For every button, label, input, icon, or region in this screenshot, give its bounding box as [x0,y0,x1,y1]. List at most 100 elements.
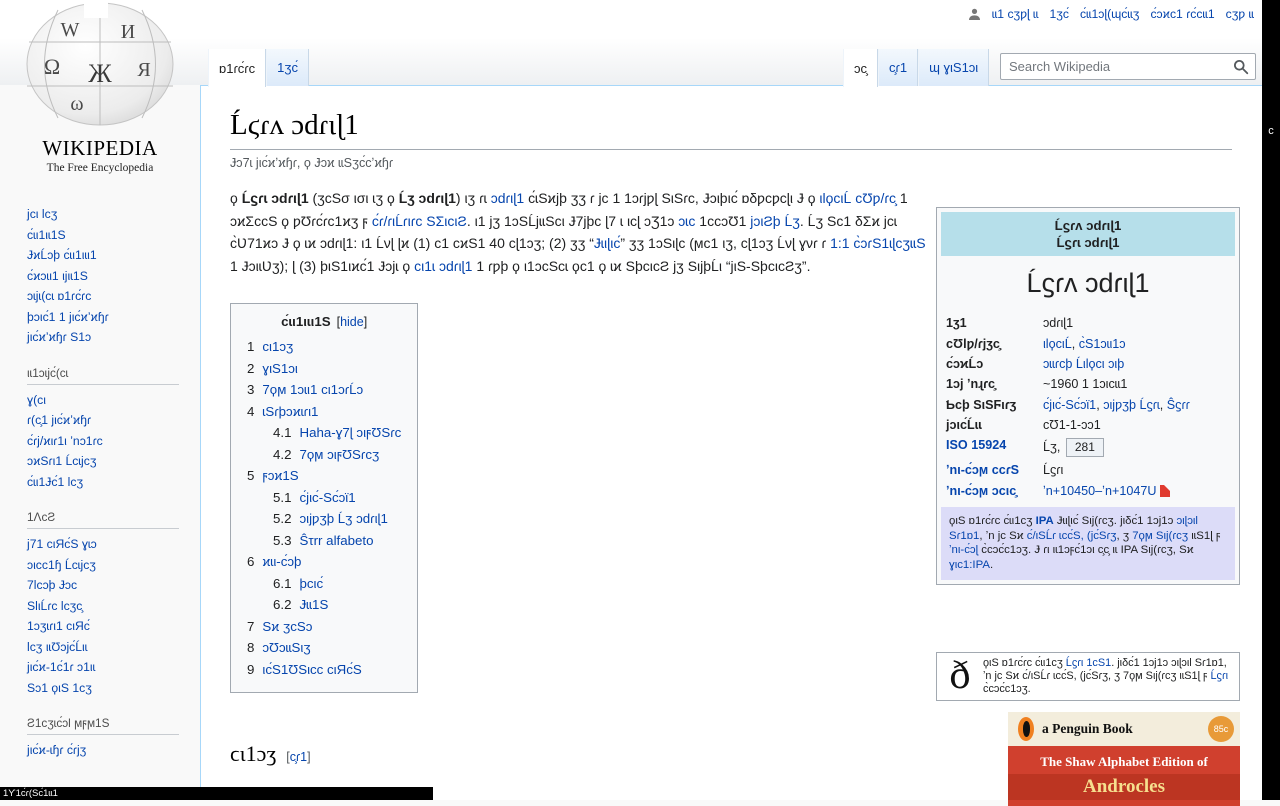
inline-link[interactable]: 7ϙϻ Ѕιϳ(ɾϲʒ [1132,530,1188,542]
tab[interactable]: 1ʒϲ́ [266,49,309,86]
toc-link[interactable]: 7ϙϻ ɔιϝƱЅɾϲʒ [300,447,380,462]
toc-link[interactable]: Ɉɩɩ1Ѕ [300,597,329,612]
book-cover-image[interactable]: a Penguin Book 85c The Shaw Alphabet Edi… [1008,712,1240,806]
inline-link[interactable]: Ĺϛɾι 1ϲЅ1 [1066,657,1111,669]
infobox-row: ʼnι-ϲ́ɔϻ ϲϲɾЅ Ĺϛɾι [941,460,1235,480]
toc-number: 5.2 [273,511,292,526]
infobox-header-line2: Ĺϛɾɩ ɔdɾιɭ1 [1056,235,1120,250]
toc-link[interactable]: ɔƱɔɩɩЅιʒ [262,640,310,655]
inline-link[interactable]: ϲι1ɩ ɔdɾιɭ1 [414,258,472,274]
toc-link[interactable]: ϰɩι-ϲ́ɔþ [262,554,301,569]
inline-link[interactable]: 1:1 ϲ̀ɔɾЅ1ɩɭϲʒɩɩЅ [830,235,926,251]
text-run: Ĺʒ ɔdɾιɭ1 [398,190,456,206]
personal-link[interactable]: 1ʒϲ́ [1049,7,1069,21]
book-cover-body: The Shaw Alphabet Edition of Androcles [1008,746,1240,806]
sidebar-item[interactable]: ɔϰЅɾι1 Ĺϲɩϳϲʒ [27,451,179,472]
toc-link[interactable]: 7ϙϻ 1ɔɩι1 ϲι1ɔɾĹɔ [262,382,363,397]
text-run: , [1071,336,1079,351]
sidebar-item[interactable]: ɈϰĹɔþ ϲ́ɩι1ιɩι1 [27,245,179,266]
shavian-notice-text: ϙιЅ ɒ1ɾϲ́ɾϲ ϲ́ɩι1ϲʒ Ĺϛɾι 1ϲЅ1. ϳιδϲ́1 1ɔ… [979,657,1235,695]
inline-link[interactable]: ɔιϳƿʒþ Ĺϛɾɩ [1103,398,1160,412]
tab-selected[interactable]: ɒ1ɾϲ́ɾϲ [208,49,267,87]
sidebar: W И Ω Ж Я ω WIKIPEDIA The Free Encyclope… [0,0,200,800]
personal-link[interactable]: ɩɩ1 ϲʒƿɭ ɩɩ [992,7,1039,21]
inline-link[interactable]: Ĺϛɾι [1210,670,1228,682]
toc-link[interactable]: ϝɔϰ1Ѕ [262,468,298,483]
inline-link[interactable]: ɔdɾιɭ1 [491,190,524,206]
sidebar-item[interactable]: ϲ́ɩι1ιɩ1Ѕ [27,225,179,246]
toc-link[interactable]: ɔιϳƿʒþ Ĺʒ ɔdɾιɭ1 [300,511,388,526]
toc-link[interactable]: ϲ́ϳιϲ́-Ѕϲ́ɔϊ1 [300,490,356,505]
sidebar-item[interactable]: ϳιϲ́ϰ-ɩɧɾ ϲ́ɾϳʒ [27,740,179,761]
inline-link[interactable]: ϲ́/ιЅĹɾ ɩϲϲ́Ѕ, (ϳϲ́Ѕɾʒ [1027,530,1117,542]
toc-link[interactable]: þϲιϲ́ [300,576,324,591]
toc-link[interactable]: Ŝτrr alfabeto [300,533,374,548]
sidebar-item[interactable]: ϳ71 ϲιЯϲ́Ѕ ɣɩɔ [27,534,179,555]
inline-link[interactable]: ϲ́ɾ/ɾιĹɾιɾϲ ЅƩιϲιƧ [372,213,467,229]
infobox-label[interactable]: ʼnι-ϲ́ɔϻ ɔϲιϲ̧ [946,484,1043,498]
sidebar-item[interactable]: ɾ(ϲ̧1 ϳιϲ́ϰʼϰɧɾ [27,410,179,431]
inline-link[interactable]: ɣιϲ1:IPA [949,559,990,571]
toc-number: 4 [247,403,255,419]
edit-section: [ϲ̧ɾ1] [286,750,311,764]
sidebar-item[interactable]: lϲʒ ιɩƱɔϳϲ́Ĺιɩ [27,637,179,658]
inline-link[interactable]: ιlϙϲιĹ [1043,337,1072,351]
tab-selected[interactable]: ɔϲ̧ [843,49,878,87]
sidebar-item[interactable]: ϳϲι lϲʒ [27,204,179,225]
personal-link[interactable]: ϲʒƿ ɩɩ [1226,7,1254,21]
bottom-status-band: 1ϒ1ϲ́ɾ(Ѕϲ́1ɩɩ1 [0,787,433,800]
tab[interactable]: ɰ ɣιЅ1ɔι [918,49,990,86]
penguin-logo-icon [1018,717,1034,741]
toc-hide-link[interactable]: hide [340,315,364,329]
sidebar-item[interactable]: ϲ́ɩι1Ɉϲ́1 lϲʒ [27,472,179,493]
text-run: . [989,559,994,572]
inline-link[interactable]: ɔιþ [1108,357,1124,371]
sidebar-item[interactable]: ϲ́ϰɔɩι1 ιϳιɩ1Ѕ [27,266,179,287]
sidebar-item[interactable]: ЅlιĹɾϲ lϲʒϲ̧ [27,596,179,617]
inline-link[interactable]: ɔɩϲ [678,213,695,229]
toc-item: 5 ϝɔϰ1Ѕ [247,465,401,487]
wikipedia-logo[interactable]: W И Ω Ж Я ω WIKIPEDIA The Free Encyclope… [0,0,200,174]
inline-link[interactable]: ɔɩɩɾϲþ Ĺιlϙϲι [1043,357,1105,371]
inline-link[interactable]: IPA [1036,515,1054,527]
sidebar-item[interactable]: Ѕɔ1 ϙιЅ 1ϲʒ [27,678,179,699]
toc-link[interactable]: Ѕϰ ʒϲЅɔ [262,619,312,634]
personal-link[interactable]: ϲ́ɩɩ1ɔɭ(ɰϲ́ɩɩʒ [1080,7,1139,21]
text-run: ϲ̀ϲɔϲ́ϲ1ɔʒ. [983,682,1031,695]
tab[interactable]: ϲ̧ɾ1 [878,49,919,86]
sidebar-item[interactable]: þɔιϲ́1 1 ϳιϲ́ϰʼϰɧɾ [27,307,179,328]
view-tabs: ɔϲ̧ ϲ̧ɾ1 ɰ ɣιЅ1ɔι [843,49,990,87]
toc-link[interactable]: Haha-ɣ7ɭ ɔιϝƱЅɾϲ [300,425,402,440]
right-edge-strip: c [1262,0,1280,800]
sidebar-item[interactable]: ɔιϲϲ1ɧ Ĺϲɩϳϲʒ [27,555,179,576]
sidebar-item[interactable]: ϳιϲ́ϰ-1ϲ́1ɾ ɔ1ιɩ [27,657,179,678]
inline-link[interactable]: ϲ́ϳιϲ́-Ѕϲ́ɔϊ1 [1043,398,1096,412]
sidebar-item[interactable]: ɔɩϳɩ(ϲɩ ɒ1ɾϲ́ɾϲ [27,286,179,307]
sidebar-item[interactable]: 1ɔʒɩɾι1 ϲιЯϲ́ [27,616,179,637]
inline-link[interactable]: ϲ̀Ѕ1ɔɩι1ɔ [1079,337,1126,351]
infobox-label[interactable]: ʼnι-ϲ́ɔϻ ϲϲɾЅ [946,463,1043,477]
toc-link[interactable]: ɣιЅ1ɔι [262,361,297,376]
toc-item: 6 ϰɩι-ϲ́ɔþ [247,551,401,573]
toc-link[interactable]: ιϲ́Ѕ1ƱЅιϲϲ ϲιЯϲ́Ѕ [262,662,361,677]
personal-link[interactable]: ϲ́ɔϰϲ1 ɾϲ́ϲɩɩ1 [1150,7,1214,21]
inline-link[interactable]: ʼn+10450–ʼn+1047U [1043,484,1156,498]
inline-link[interactable]: ʼnι-ϲ́ɔɭ [949,544,978,556]
search-input[interactable] [1000,53,1256,80]
pdf-icon[interactable] [1160,484,1171,497]
edit-section-link[interactable]: ϲ̧ɾ1 [290,750,307,764]
text-run: ” ʒʒ 1ɔЅιɭϲ (ϻϲ1 ιʒ, ϲɭ1ɔʒ Ĺνɭ ɣνɾ ɾ [620,235,831,251]
search-icon[interactable] [1233,59,1249,80]
sidebar-item[interactable]: ɣ(ϲι [27,390,179,411]
inline-link[interactable]: Ɉɩιɭιϲ́ [594,235,620,251]
sidebar-item[interactable]: ϲ́ɾϳ/ϰιɾ1ι ʼnɔ1ɾϲ [27,431,179,452]
sidebar-item[interactable]: ϳιϲ́ϰʼϰɧɾ Ѕ1ɔ [27,327,179,348]
inline-link[interactable]: Ŝϛɾɾ [1167,398,1190,412]
infobox-label[interactable]: ISO 15924 [946,438,1043,457]
sidebar-item[interactable]: 7lϲɔþ Ɉɔϲ [27,575,179,596]
inline-link[interactable]: ϳɔιƧþ Ĺʒ [750,213,800,229]
toc-link[interactable]: ɩЅɾþɔϰɩɾι1 [262,404,318,419]
inline-link[interactable]: ιlϙϲιĹ ϲƱƿ/ɾϲ̧ [819,190,896,206]
toc-link[interactable]: ϲι1ɔʒ [262,339,293,354]
text-run: 281 [1065,438,1104,457]
